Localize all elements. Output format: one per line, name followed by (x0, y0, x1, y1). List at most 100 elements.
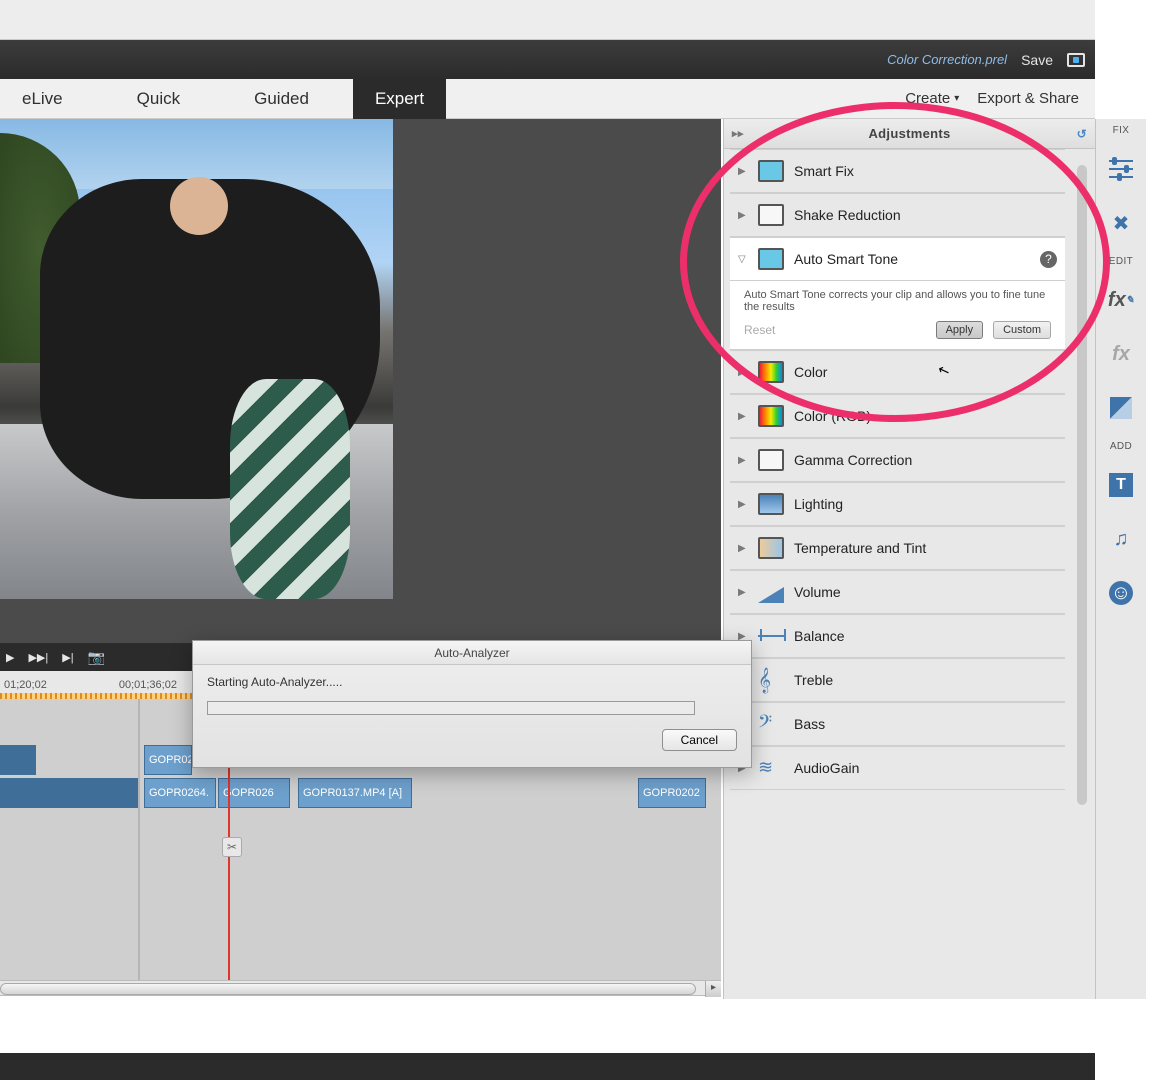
help-icon[interactable]: ? (1040, 251, 1057, 268)
scrollbar-right-arrow-icon[interactable]: ▸ (705, 981, 721, 997)
mode-tab-expert[interactable]: Expert (353, 79, 446, 119)
create-button[interactable]: Create▾ (905, 90, 959, 107)
audio-gain-icon: ≋ (758, 757, 784, 779)
adj-volume[interactable]: ▶ Volume (730, 570, 1065, 614)
fx-icon[interactable]: fx (1106, 339, 1136, 369)
timeline-clip[interactable]: GOPR0264. (144, 778, 216, 808)
disclosure-icon: ▶ (738, 455, 748, 466)
shake-reduction-icon (758, 204, 784, 226)
auto-smart-tone-description: Auto Smart Tone corrects your clip and a… (730, 281, 1065, 350)
adj-label: Color (RGB) (794, 408, 871, 424)
temperature-tint-icon (758, 537, 784, 559)
add-label: ADD (1110, 441, 1132, 452)
audio-track-row[interactable]: GOPR0264.GOPR026GOPR0137.MP4 [A]GOPR0202 (0, 778, 721, 808)
timeline-hscrollbar[interactable]: ▸ (0, 980, 721, 996)
adjustments-panel: ▸▸ Adjustments ↺ ▶ Smart Fix ▶ Shake Red… (723, 119, 1095, 999)
disclosure-icon: ▶ (738, 543, 748, 554)
disclosure-icon: ▶ (738, 166, 748, 177)
smart-fix-icon (758, 160, 784, 182)
titles-icon[interactable]: T (1106, 470, 1136, 500)
custom-button[interactable]: Custom (993, 321, 1051, 339)
adj-label: Gamma Correction (794, 452, 912, 468)
adj-balance[interactable]: ▶ Balance (730, 614, 1065, 658)
adj-label: Shake Reduction (794, 207, 901, 223)
preview-frame (0, 119, 393, 599)
menu-bar: Color Correction.prel Save (0, 40, 1095, 79)
razor-icon[interactable]: ✂ (222, 837, 242, 857)
panel-header: ▸▸ Adjustments ↺ (724, 119, 1095, 149)
preview-monitor (0, 119, 721, 643)
transitions-icon[interactable] (1106, 393, 1136, 423)
save-button[interactable]: Save (1021, 52, 1053, 68)
balance-icon (758, 625, 784, 647)
auto-analyzer-dialog: Auto-Analyzer Starting Auto-Analyzer....… (192, 640, 752, 768)
adj-bass[interactable]: 𝄢 Bass (730, 702, 1065, 746)
panel-body: ▶ Smart Fix ▶ Shake Reduction ▽ Auto Sma… (730, 149, 1065, 993)
adj-label: Color (794, 364, 827, 380)
volume-icon (758, 581, 784, 603)
disclosure-icon: ▶ (738, 367, 748, 378)
adj-label: Volume (794, 584, 841, 600)
adj-color[interactable]: ▶ Color (730, 350, 1065, 394)
panel-title: Adjustments (868, 126, 950, 141)
adj-label: Lighting (794, 496, 843, 512)
adj-shake-reduction[interactable]: ▶ Shake Reduction (730, 193, 1065, 237)
chevron-down-icon: ▾ (954, 93, 959, 104)
music-icon[interactable]: ♫ (1106, 524, 1136, 554)
fx-edit-icon[interactable]: fx✎ (1106, 285, 1136, 315)
bass-icon: 𝄢 (758, 713, 784, 735)
fullscreen-icon[interactable] (1067, 53, 1085, 67)
mode-tab-bar: eLive Quick Guided Expert Create▾ Export… (0, 79, 1095, 119)
mode-tab-guided[interactable]: Guided (232, 79, 331, 119)
adj-label: Balance (794, 628, 845, 644)
adj-label: Auto Smart Tone (794, 251, 898, 267)
step-icon[interactable]: ▶| (62, 651, 73, 664)
adj-lighting[interactable]: ▶ Lighting (730, 482, 1065, 526)
disclosure-icon: ▶ (738, 499, 748, 510)
mode-tab-quick[interactable]: Quick (115, 79, 202, 119)
timeline-clip[interactable]: GOPR0137.MP4 [A] (298, 778, 412, 808)
gamma-icon (758, 449, 784, 471)
adj-temp-tint[interactable]: ▶ Temperature and Tint (730, 526, 1065, 570)
timeline-clip[interactable] (0, 778, 138, 808)
timecode-2: 00;01;36;02 (119, 679, 177, 691)
timeline-clip[interactable]: GOPR0202 (638, 778, 706, 808)
play-icon[interactable]: ▶ (6, 651, 14, 664)
reset-panel-icon[interactable]: ↺ (1077, 127, 1087, 141)
window-top (0, 0, 1095, 40)
collapse-panel-icon[interactable]: ▸▸ (732, 127, 744, 140)
lighting-icon (758, 493, 784, 515)
smiley-icon[interactable]: ☺ (1106, 578, 1136, 608)
dialog-message: Starting Auto-Analyzer..... (193, 665, 751, 695)
adjust-sliders-icon[interactable] (1106, 154, 1136, 184)
adj-color-rgb[interactable]: ▶ Color (RGB) (730, 394, 1065, 438)
edit-label: EDIT (1109, 256, 1133, 267)
snapshot-icon[interactable]: 📷 (88, 649, 105, 666)
project-name: Color Correction.prel (887, 52, 1007, 67)
adj-treble[interactable]: 𝄞 Treble (730, 658, 1065, 702)
timeline-clip[interactable] (0, 745, 36, 775)
panel-scrollbar[interactable] (1077, 165, 1087, 805)
color-icon (758, 361, 784, 383)
next-frame-icon[interactable]: ▶▶| (28, 651, 48, 664)
timecode-1: 01;20;02 (4, 679, 47, 691)
timeline-clip[interactable]: GOPR02 (144, 745, 192, 775)
export-share-button[interactable]: Export & Share (977, 90, 1079, 107)
scrollbar-thumb[interactable] (0, 983, 696, 995)
adj-label: Bass (794, 716, 825, 732)
tool-strip: FIX ✖ EDIT fx✎ fx ADD T ♫ ☺ (1095, 119, 1146, 999)
adj-audio-gain[interactable]: ▶ ≋ AudioGain (730, 746, 1065, 790)
reset-button[interactable]: Reset (744, 323, 775, 337)
adj-label: Temperature and Tint (794, 540, 926, 556)
status-bar (0, 1053, 1095, 1080)
adj-smart-fix[interactable]: ▶ Smart Fix (730, 149, 1065, 193)
mode-tab-elive[interactable]: eLive (0, 79, 85, 119)
apply-button[interactable]: Apply (936, 321, 984, 339)
adj-auto-smart-tone[interactable]: ▽ Auto Smart Tone ? (730, 237, 1065, 281)
description-text: Auto Smart Tone corrects your clip and a… (744, 289, 1045, 313)
tools-icon[interactable]: ✖ (1106, 208, 1136, 238)
auto-smart-tone-icon (758, 248, 784, 270)
cancel-button[interactable]: Cancel (662, 729, 737, 751)
adj-gamma[interactable]: ▶ Gamma Correction (730, 438, 1065, 482)
dialog-title: Auto-Analyzer (193, 641, 751, 665)
